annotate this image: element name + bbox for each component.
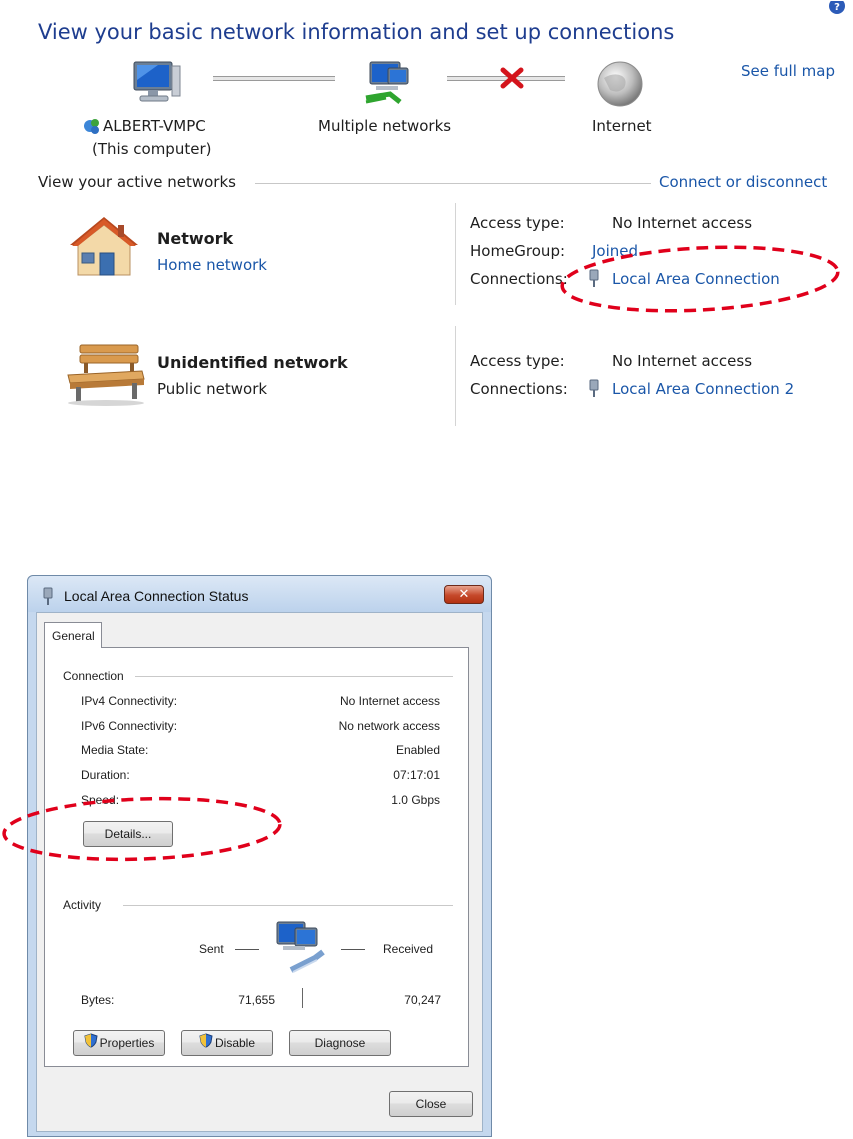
connect-or-disconnect-link[interactable]: Connect or disconnect [659, 173, 827, 191]
connection-group-label: Connection [63, 669, 130, 683]
help-icon[interactable]: ? [827, 0, 845, 14]
media-state-value: Enabled [395, 743, 440, 757]
duration-value: 07:17:01 [393, 768, 440, 782]
home-network-link[interactable]: Home network [157, 256, 267, 274]
speed-value: 1.0 Gbps [391, 793, 440, 807]
uac-shield-icon [84, 1032, 98, 1056]
access-type-value: No Internet access [612, 352, 753, 370]
group-divider [135, 676, 453, 677]
disable-button[interactable]: Disable [181, 1030, 273, 1056]
page-title: View your basic network information and … [38, 20, 675, 44]
activity-group-label: Activity [63, 898, 108, 912]
bytes-divider [302, 988, 303, 1008]
sent-line [235, 949, 259, 950]
close-button[interactable]: Close [389, 1091, 473, 1117]
connections-label: Connections: [470, 270, 568, 288]
home-network-icon [66, 213, 142, 283]
homegroup-label: HomeGroup: [470, 242, 566, 260]
highlight-ellipse [555, 242, 845, 320]
properties-label: Properties [99, 1036, 155, 1050]
vertical-divider [455, 326, 456, 426]
network-activity-icon [271, 918, 335, 980]
connections-label: Connections: [470, 380, 568, 398]
ipv6-value: No network access [338, 719, 440, 733]
network-type: Public network [157, 380, 268, 398]
tab-general[interactable]: General [44, 622, 102, 648]
active-networks-heading: View your active networks [38, 173, 236, 191]
vertical-divider [455, 203, 456, 305]
computer-name: ALBERT-VMPC [103, 117, 206, 135]
svg-text:?: ? [834, 2, 840, 13]
ipv4-label: IPv4 Connectivity: [81, 694, 178, 708]
ethernet-plug-icon [42, 586, 54, 610]
sent-label: Sent [199, 942, 224, 956]
multiple-networks-icon [360, 58, 416, 112]
highlight-ellipse [0, 793, 290, 869]
computer-sub-label: (This computer) [92, 140, 212, 158]
disable-label: Disable [214, 1036, 256, 1050]
dialog-client: Connection IPv4 Connectivity: No Interne… [36, 612, 483, 1132]
properties-button[interactable]: Properties [73, 1030, 165, 1056]
connection-line [213, 76, 335, 81]
media-state-label: Media State: [81, 743, 149, 757]
ethernet-plug-icon [588, 378, 600, 402]
access-type-label: Access type: [470, 352, 565, 370]
section-divider [255, 183, 651, 184]
received-label: Received [383, 942, 434, 956]
duration-label: Duration: [81, 768, 130, 782]
received-line [341, 949, 365, 950]
close-window-button[interactable]: ✕ [444, 585, 484, 604]
multiple-networks-label: Multiple networks [318, 117, 452, 135]
bytes-label: Bytes: [81, 993, 115, 1007]
see-full-map-link[interactable]: See full map [741, 62, 835, 80]
ipv6-label: IPv6 Connectivity: [81, 719, 178, 733]
uac-shield-icon [199, 1032, 213, 1056]
computer-icon [128, 58, 184, 110]
network-globe-icon [82, 117, 102, 135]
bytes-received-value: 70,247 [404, 993, 441, 1007]
access-type-value: No Internet access [612, 214, 753, 232]
no-connection-icon [499, 67, 525, 93]
internet-globe-icon [594, 58, 646, 114]
access-type-label: Access type: [470, 214, 565, 232]
network-name: Network [157, 229, 234, 248]
public-network-bench-icon [64, 341, 146, 411]
dialog-title: Local Area Connection Status [64, 588, 249, 604]
diagnose-button[interactable]: Diagnose [289, 1030, 391, 1056]
network-name: Unidentified network [157, 353, 348, 372]
bytes-sent-value: 71,655 [238, 993, 275, 1007]
internet-label: Internet [592, 117, 652, 135]
ipv4-value: No Internet access [339, 694, 440, 708]
local-area-connection-2-link[interactable]: Local Area Connection 2 [612, 380, 794, 398]
group-divider [123, 905, 453, 906]
